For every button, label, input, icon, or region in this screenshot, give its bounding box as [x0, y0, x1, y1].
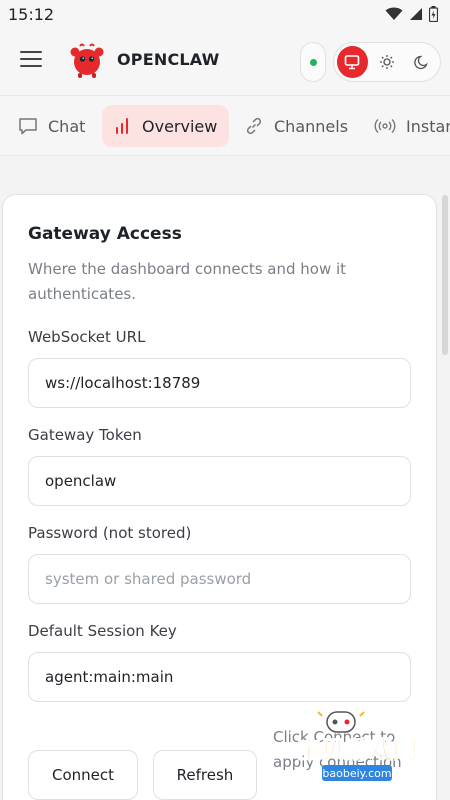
tab-instances-label: Instar: [406, 116, 450, 136]
status-bar: 15:12: [0, 0, 450, 28]
main-content: Gateway Access Where the dashboard conne…: [0, 156, 450, 800]
sun-icon: [380, 55, 394, 69]
tab-channels[interactable]: Channels: [232, 105, 360, 147]
hamburger-menu-icon: [20, 51, 42, 53]
gateway-token-label: Gateway Token: [28, 426, 142, 444]
monitor-icon: [345, 55, 360, 70]
tab-instances[interactable]: Instar: [362, 105, 450, 147]
tab-overview-label: Overview: [142, 116, 218, 136]
websocket-url-label: WebSocket URL: [28, 328, 146, 346]
session-key-label: Default Session Key: [28, 622, 177, 640]
websocket-url-input[interactable]: [28, 358, 411, 408]
card-title: Gateway Access: [28, 224, 182, 244]
wifi-icon: [385, 7, 403, 20]
refresh-button[interactable]: Refresh: [153, 750, 257, 800]
watermark-logo: 宝贝游戏网 baobeiy.com: [297, 711, 417, 781]
status-time: 15:12: [8, 4, 55, 24]
theme-switcher: [333, 42, 441, 82]
status-dot-icon: [309, 58, 317, 66]
bar-chart-icon: [116, 118, 128, 134]
moon-icon: [413, 55, 428, 70]
gateway-token-input[interactable]: [28, 456, 411, 506]
connection-status-indicator: [300, 42, 326, 82]
crab-logo-icon: [70, 43, 104, 78]
link-icon: [246, 117, 262, 135]
theme-dark-button[interactable]: [406, 46, 437, 78]
broadcast-icon: [374, 118, 396, 134]
session-key-input[interactable]: [28, 652, 411, 702]
theme-system-button[interactable]: [337, 46, 368, 78]
battery-icon: [429, 6, 438, 22]
password-input[interactable]: [28, 554, 411, 604]
connect-button[interactable]: Connect: [28, 750, 138, 800]
watermark-text: 宝贝游戏网: [297, 736, 417, 764]
nav-tabs: Chat Overview Channels Instar: [0, 96, 450, 156]
menu-button[interactable]: [20, 51, 42, 73]
chat-bubble-icon: [19, 118, 37, 135]
watermark-url: baobeiy.com: [322, 767, 391, 780]
tab-chat[interactable]: Chat: [6, 105, 97, 147]
theme-light-button[interactable]: [372, 46, 403, 78]
brand-name: OPENCLAW: [117, 50, 220, 69]
tab-overview[interactable]: Overview: [102, 105, 230, 147]
password-label: Password (not stored): [28, 524, 192, 542]
tab-chat-label: Chat: [48, 116, 86, 136]
signal-icon: [410, 8, 422, 20]
card-description: Where the dashboard connects and how it …: [28, 260, 347, 303]
scrollbar[interactable]: [442, 195, 448, 355]
tab-channels-label: Channels: [274, 116, 349, 136]
status-icons: [385, 6, 438, 22]
app-header: OPENCLAW: [0, 28, 450, 96]
